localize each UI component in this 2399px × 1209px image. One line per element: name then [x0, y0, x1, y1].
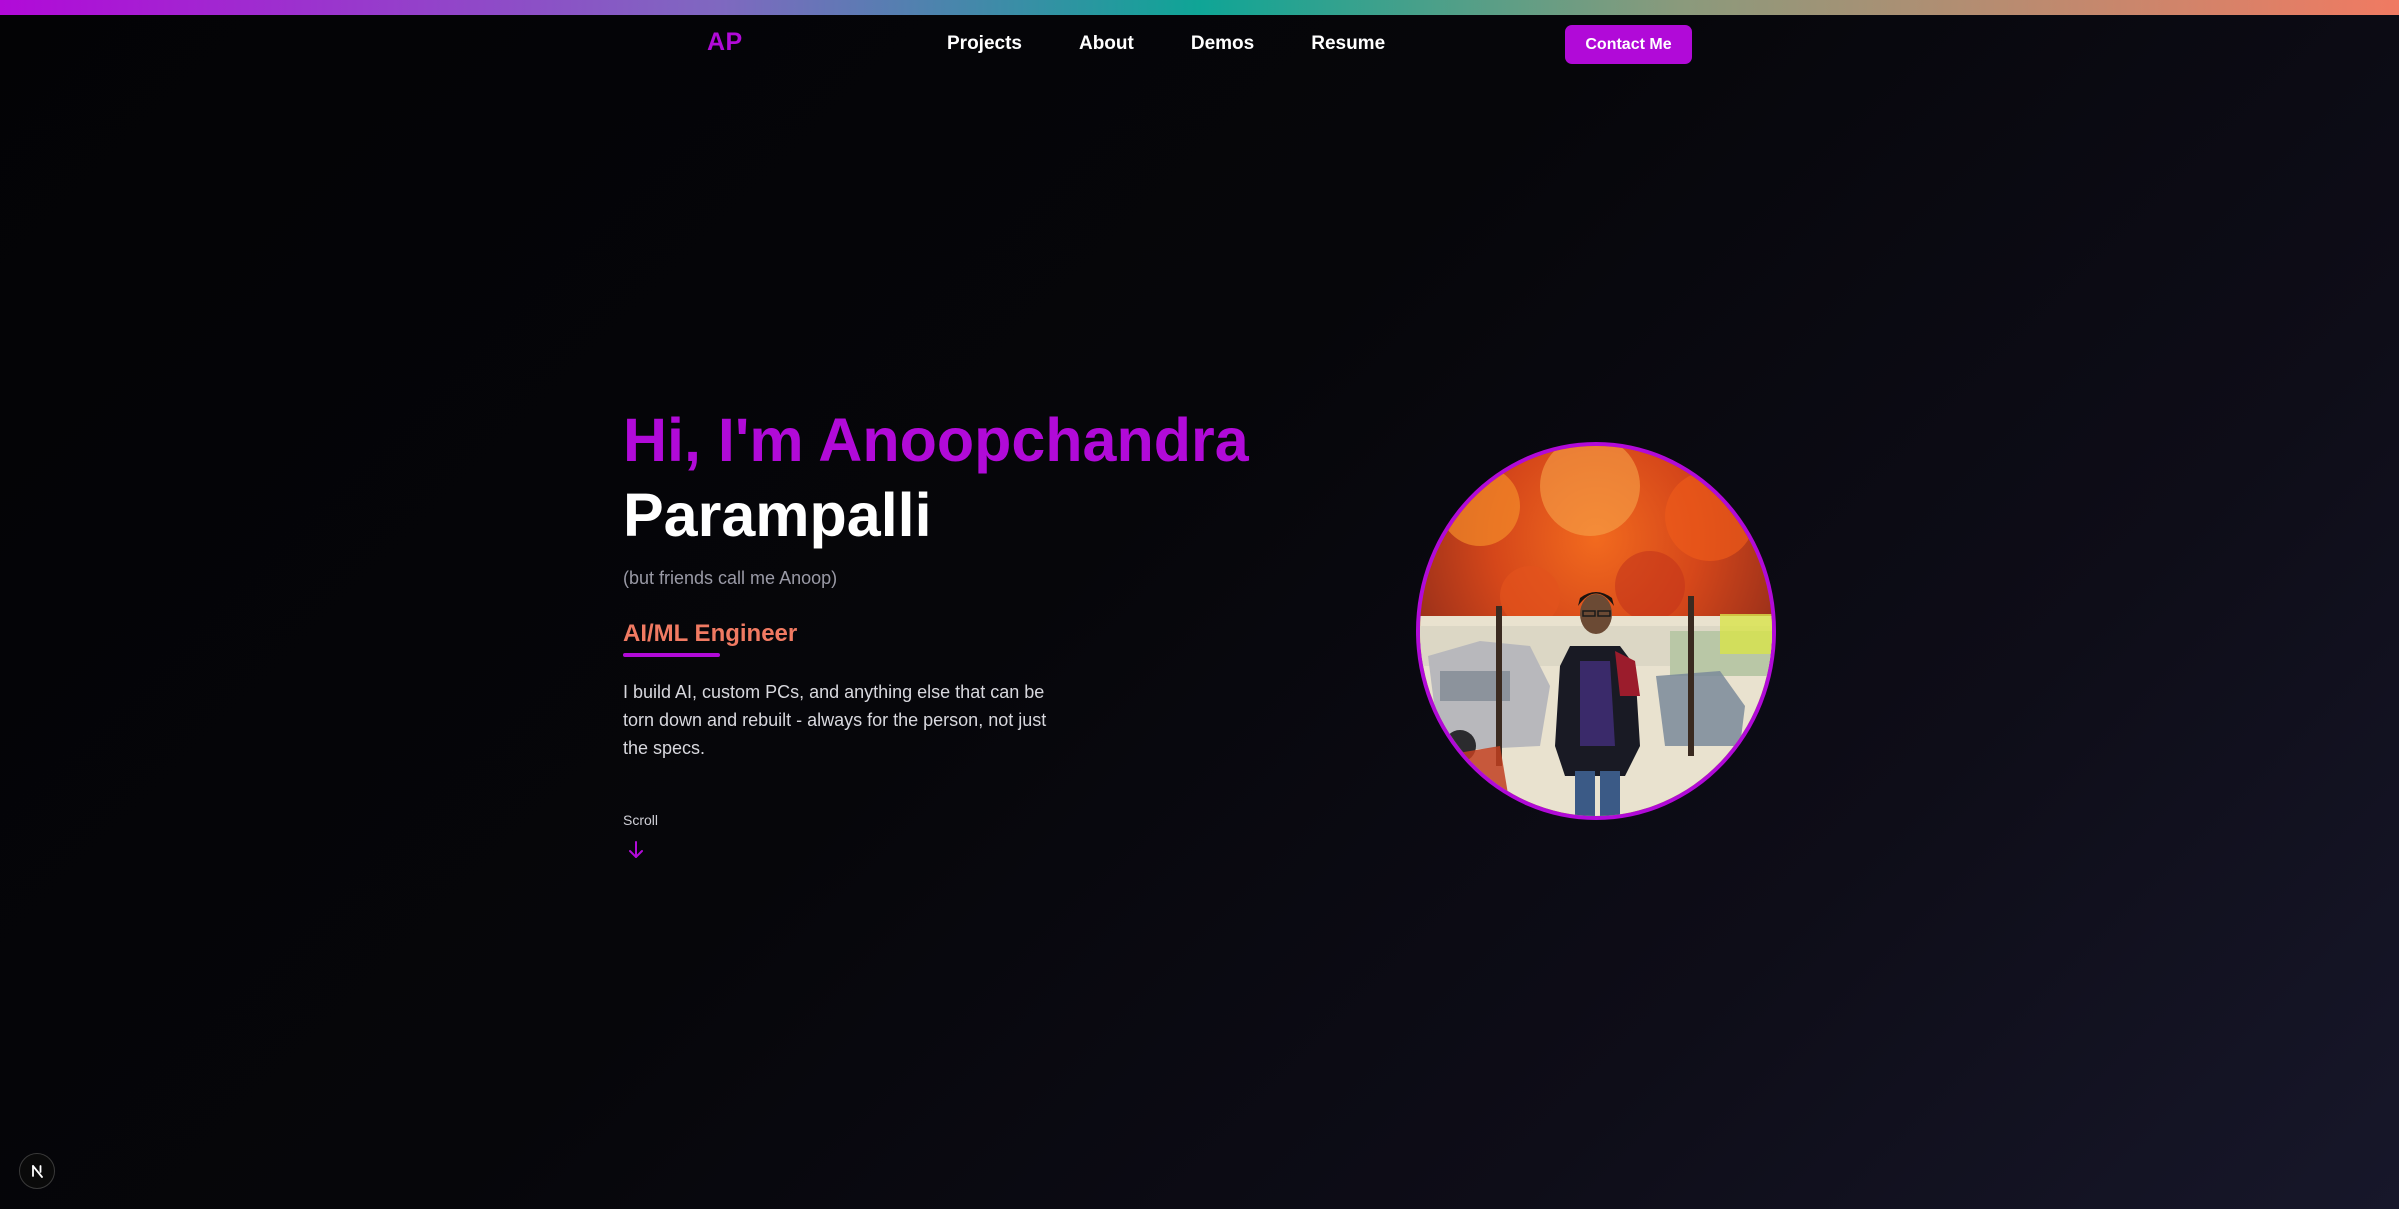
logo[interactable]: AP [707, 28, 743, 57]
role-title: AI/ML Engineer [623, 620, 798, 647]
contact-me-button[interactable]: Contact Me [1565, 25, 1692, 64]
nextjs-icon[interactable] [19, 1153, 55, 1189]
nav-link-resume[interactable]: Resume [1311, 33, 1385, 55]
nav-link-about[interactable]: About [1079, 33, 1134, 55]
nextjs-logo-glyph [32, 1165, 43, 1178]
arrow-down-icon[interactable] [627, 840, 645, 860]
nav-links: Projects About Demos Resume [947, 33, 1385, 55]
top-gradient-bar [0, 0, 2399, 15]
hero-title-surname: Parampalli [623, 481, 932, 549]
nickname-text: (but friends call me Anoop) [623, 568, 838, 588]
nav-link-demos[interactable]: Demos [1191, 33, 1254, 55]
profile-photo [1416, 442, 1776, 820]
scroll-label: Scroll [623, 812, 659, 828]
bio-text: I build AI, custom PCs, and anything els… [623, 682, 1047, 758]
hero-title-greeting: Hi, I'm Anoopchandra [623, 406, 1249, 474]
role-underline [623, 653, 720, 657]
nav-link-projects[interactable]: Projects [947, 33, 1022, 55]
profile-photo-illustration [1420, 446, 1772, 816]
navbar: AP Projects About Demos Resume Contact M… [0, 15, 2399, 73]
